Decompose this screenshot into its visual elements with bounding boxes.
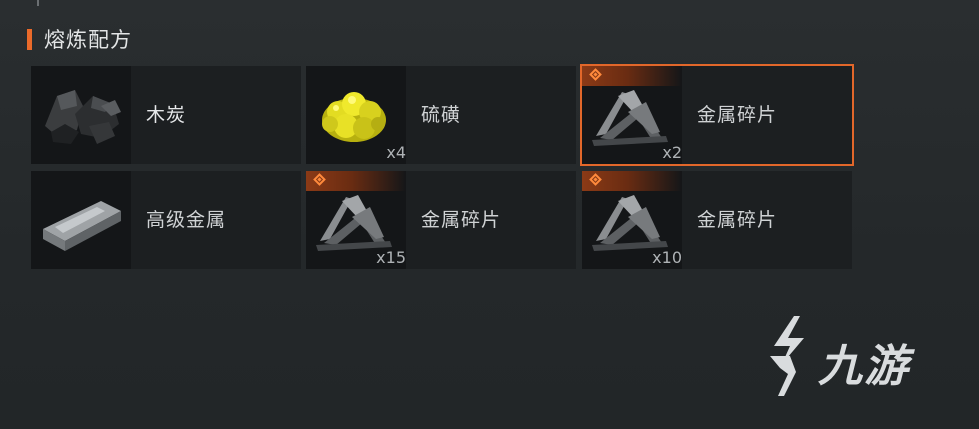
recipe-name: 金属碎片: [697, 104, 778, 126]
charcoal-icon: [31, 66, 131, 164]
recipe-badge: [582, 171, 682, 191]
nine-game-logo-icon: [770, 316, 804, 396]
watermark-text: 九游: [818, 341, 910, 392]
recipe-card-metal-fragments[interactable]: x10 金属碎片: [582, 171, 852, 269]
scroll-indicator: [37, 0, 39, 6]
recipe-quantity: x4: [386, 143, 406, 162]
section-header: 熔炼配方: [27, 24, 132, 54]
recipe-name: 硫磺: [421, 104, 462, 126]
watermark-logo: 九游: [760, 312, 950, 402]
diamond-icon: [589, 173, 602, 186]
recipe-card-metal-fragments[interactable]: x15 金属碎片: [306, 171, 576, 269]
recipe-card-sulfur[interactable]: x4 硫磺: [306, 66, 576, 164]
recipe-quantity: x15: [376, 248, 406, 267]
recipe-quantity: x10: [652, 248, 682, 267]
recipe-name: 木炭: [146, 104, 187, 126]
recipe-badge: [582, 66, 682, 86]
recipe-card-high-quality-metal[interactable]: 高级金属: [31, 171, 301, 269]
recipe-name: 金属碎片: [421, 209, 502, 231]
diamond-icon: [589, 68, 602, 81]
recipe-name: 金属碎片: [697, 209, 778, 231]
section-accent-bar: [27, 28, 32, 50]
section-title: 熔炼配方: [44, 28, 132, 52]
recipe-name: 高级金属: [146, 209, 227, 231]
recipe-card-metal-fragments-selected[interactable]: x2 金属碎片: [580, 64, 854, 166]
recipe-card-charcoal[interactable]: 木炭: [31, 66, 301, 164]
recipe-quantity: x2: [662, 143, 682, 162]
high-quality-metal-icon: [31, 171, 131, 269]
diamond-icon: [313, 173, 326, 186]
recipe-badge: [306, 171, 406, 191]
